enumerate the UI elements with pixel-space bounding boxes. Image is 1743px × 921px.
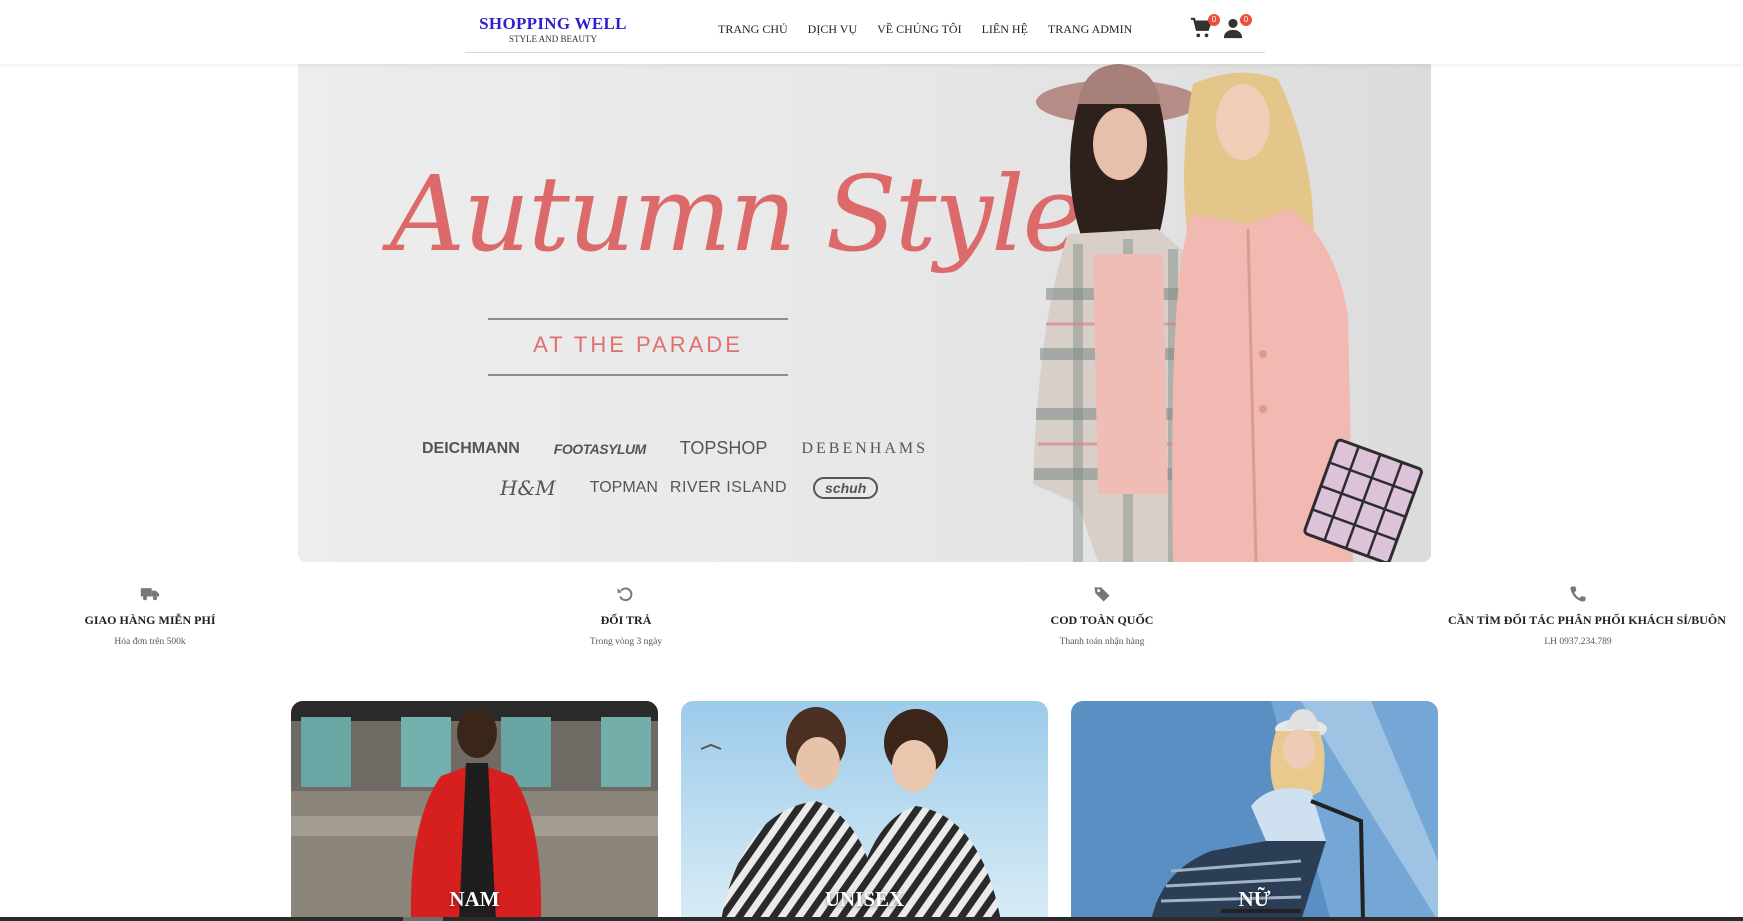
feature-returns: ĐỔI TRẢ Trong vòng 3 ngày [556, 585, 696, 647]
feature-title: GIAO HÀNG MIỄN PHÍ [84, 613, 216, 627]
category-card-men[interactable]: NAM [291, 701, 658, 921]
header-container: SHOPPING WELL STYLE AND BEAUTY TRANG CHỦ… [465, 0, 1265, 53]
hero-subtitle: AT THE PARADE [533, 332, 743, 357]
brand-logo-topshop: TOPSHOP [679, 438, 768, 458]
user-button[interactable]: 0 [1222, 14, 1252, 41]
feature-cod: COD TOÀN QUỐC Thanh toán nhận hàng [1032, 585, 1172, 647]
brand-logo-debenhams: DEBENHAMS [801, 439, 929, 457]
header-icons: 0 0 [1190, 14, 1252, 41]
nav-item-about[interactable]: VỀ CHÚNG TÔI [877, 22, 961, 37]
brand-logo-river-island: RIVER ISLAND [669, 479, 788, 496]
features-row: GIAO HÀNG MIỄN PHÍ Hóa đơn trên 500k ĐỔI… [0, 585, 1743, 655]
horizontal-scrollbar[interactable] [0, 917, 1743, 921]
logo[interactable]: SHOPPING WELL STYLE AND BEAUTY [478, 14, 628, 44]
phone-icon [1570, 586, 1586, 602]
brand-logos-row-1: DEICHMANN FOOTASYLUM TOPSHOP DEBENHAMS [422, 438, 962, 459]
category-card-unisex[interactable]: UNISEX [681, 701, 1048, 921]
logo-title[interactable]: SHOPPING WELL [478, 14, 628, 34]
category-label-unisex: UNISEX [824, 887, 905, 911]
tag-icon [1094, 587, 1110, 602]
logo-subtitle: STYLE AND BEAUTY [509, 34, 597, 44]
feature-title: CẦN TÌM ĐỐI TÁC PHÂN PHỐI KHÁCH SỈ/BUÔN [1448, 613, 1726, 627]
brand-logo-hm: H&M [500, 476, 556, 500]
feature-partner: CẦN TÌM ĐỐI TÁC PHÂN PHỐI KHÁCH SỈ/BUÔN … [1448, 585, 1726, 647]
nav-item-home[interactable]: TRANG CHỦ [718, 22, 788, 37]
return-icon [617, 587, 633, 602]
truck-icon [140, 588, 160, 601]
scrollbar-thumb[interactable] [403, 917, 443, 921]
feature-desc: Trong vòng 3 ngày [589, 637, 663, 647]
user-count-badge: 0 [1240, 14, 1252, 26]
brand-logo-footasylum: FOOTASYLUM [553, 440, 646, 457]
feature-free-shipping: GIAO HÀNG MIỄN PHÍ Hóa đơn trên 500k [80, 585, 220, 647]
nav-item-services[interactable]: DỊCH VỤ [808, 22, 857, 37]
category-label-men: NAM [449, 887, 500, 911]
cart-count-badge: 0 [1208, 14, 1220, 26]
nav-item-contact[interactable]: LIÊN HỆ [982, 22, 1028, 37]
site-header: SHOPPING WELL STYLE AND BEAUTY TRANG CHỦ… [0, 0, 1743, 64]
brand-logo-deichmann: DEICHMANN [422, 439, 520, 457]
feature-desc: Hóa đơn trên 500k [114, 637, 186, 647]
hero-models-image [1033, 64, 1423, 562]
feature-desc: LH 0937.234.789 [1544, 637, 1612, 647]
feature-desc: Thanh toán nhận hàng [1059, 637, 1145, 647]
category-card-women[interactable]: NỮ [1071, 701, 1438, 921]
hero-rule-top [488, 318, 788, 320]
main-nav: TRANG CHỦ DỊCH VỤ VỀ CHÚNG TÔI LIÊN HỆ T… [718, 22, 1152, 37]
hero-banner[interactable]: Autumn Style AT THE PARADE DEICHMANN FOO… [298, 64, 1431, 562]
brand-logo-topman: TOPMAN [589, 479, 658, 496]
brand-logo-schuh: schuh [813, 477, 879, 499]
feature-title: ĐỔI TRẢ [600, 613, 652, 627]
hero-rule-bottom [488, 374, 788, 376]
feature-title: COD TOÀN QUỐC [1050, 613, 1154, 627]
nav-item-admin[interactable]: TRANG ADMIN [1048, 22, 1132, 37]
cart-button[interactable]: 0 [1190, 14, 1220, 41]
brand-logos-row-2: H&M TOPMAN RIVER ISLAND schuh [500, 476, 912, 500]
category-label-women: NỮ [1238, 887, 1271, 911]
